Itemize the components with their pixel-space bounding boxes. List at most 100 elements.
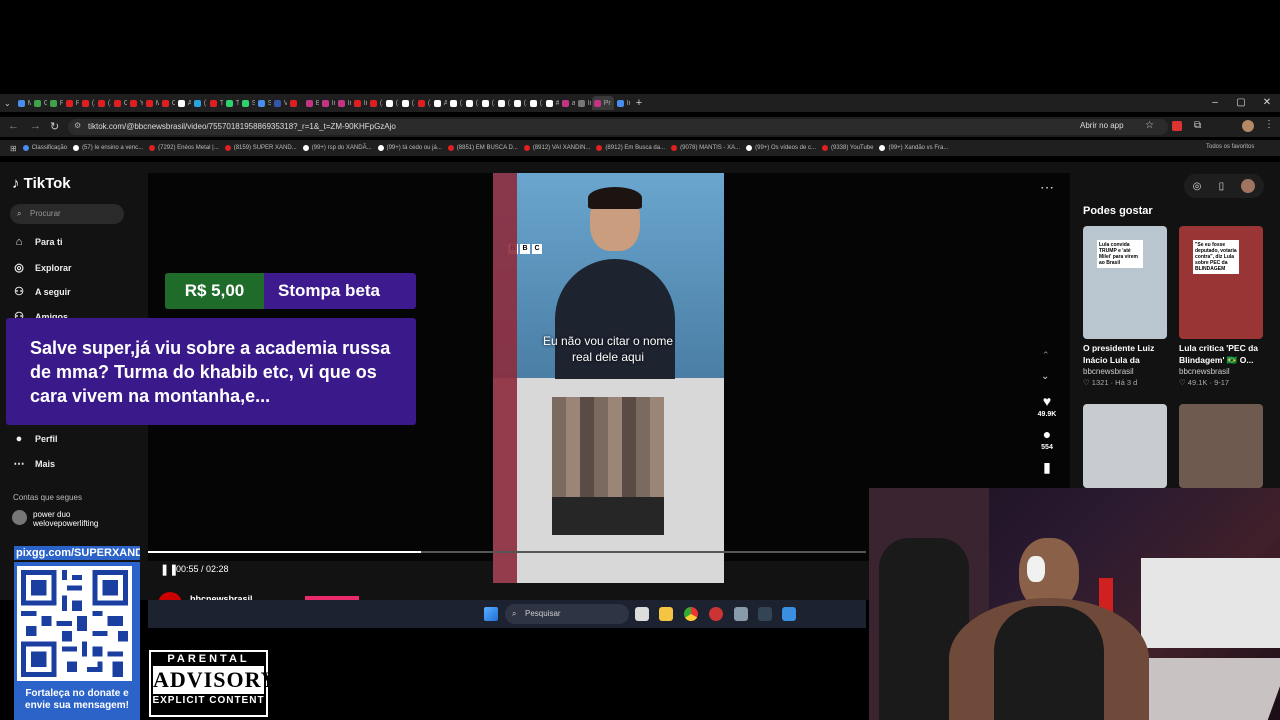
browser-tab[interactable]: Ir [615,96,630,110]
browser-tab[interactable]: Ir [352,96,367,110]
browser-tab[interactable]: C [112,96,127,110]
bookmark-item[interactable]: (99+) tá cedo ou já... [377,145,442,151]
browser-tab[interactable]: M [16,96,31,110]
browser-tab[interactable]: P [64,96,79,110]
bookmark-item[interactable]: (99+) Xandão vs Fra... [879,145,948,151]
sidebar-item-perfil[interactable]: ● Perfil [12,433,58,445]
settings-icon[interactable] [734,607,748,621]
bookmark-item[interactable]: (9338) YouTube [822,145,873,151]
browser-tab[interactable]: (1 [192,96,207,110]
all-favorites-button[interactable]: Todos os favoritos [1206,144,1254,150]
comment-icon[interactable]: ● [1034,426,1060,442]
steam-icon[interactable] [758,607,772,621]
sidebar-item-a-seguir[interactable]: ⚇ A seguir [12,285,71,298]
open-in-app-button[interactable]: Abrir no app [1080,121,1124,130]
browser-tab[interactable]: Ir [576,96,591,110]
browser-tab[interactable]: # [544,96,559,110]
suggested-video-card[interactable] [1179,404,1263,488]
chrome-icon[interactable] [684,607,698,621]
browser-tab[interactable]: G [32,96,47,110]
browser-tab[interactable]: a [560,96,575,110]
sidebar-item-mais[interactable]: ⋯ Mais [12,457,56,470]
browser-tab[interactable]: Ir [320,96,335,110]
search-input[interactable]: Procurar [10,204,124,224]
reload-icon[interactable]: ↻ [50,120,59,133]
browser-tab[interactable]: (1 [400,96,415,110]
video-player[interactable]: BBC Eu não vou citar o nome real dele aq… [493,173,724,583]
browser-tab[interactable]: Tc [224,96,239,110]
profile-avatar-icon[interactable] [1241,179,1256,193]
menu-kebab-icon[interactable]: ⋮ [1264,119,1274,130]
browser-tab[interactable]: B [304,96,319,110]
browser-tab[interactable]: (1 [416,96,431,110]
bookmark-item[interactable]: (57) Ie ensino a venc... [73,145,143,151]
extension-icon[interactable] [1172,121,1182,131]
browser-tab[interactable]: (1 [496,96,511,110]
taskbar-search[interactable]: Pesquisar [505,604,629,624]
suggested-video-card[interactable]: "Se eu fosse deputado, votaria contra", … [1179,226,1263,387]
maximize-button[interactable]: ▢ [1228,94,1254,112]
next-video-icon[interactable]: ⌄ [1041,371,1049,382]
bookmark-item[interactable]: (8159) SUPER XAND... [224,145,297,151]
browser-tab[interactable]: Ir [336,96,351,110]
browser-tab[interactable]: V [272,96,287,110]
browser-tab[interactable]: (1 [368,96,383,110]
tab-search-icon[interactable]: ⌄ [4,99,11,108]
browser-tab[interactable]: P [48,96,63,110]
app-icon[interactable] [709,607,723,621]
app-icon-2[interactable] [782,607,796,621]
browser-tab[interactable]: (1 [464,96,479,110]
browser-tab[interactable]: (1 [528,96,543,110]
following-account[interactable]: power duo welovepowerlifting [12,510,98,528]
suggested-video-card[interactable]: Lula convida TRUMP e 'até Milei' para vi… [1083,226,1167,387]
minimize-button[interactable]: – [1202,94,1228,112]
browser-tab[interactable]: Tc [208,96,223,110]
browser-tab[interactable]: St [240,96,255,110]
coin-icon[interactable]: ◎ [1193,181,1202,192]
browser-tab[interactable]: (1 [448,96,463,110]
bookmark-item[interactable]: (99+) rsp do XANDÃ... [302,145,372,151]
previous-video-icon[interactable]: ⌃ [1042,350,1050,361]
browser-tab[interactable]: C [160,96,175,110]
browser-tab[interactable]: St [256,96,271,110]
browser-tab[interactable]: A [432,96,447,110]
bookmark-item[interactable]: (7292) Enéos Metal |... [149,145,219,151]
bookmark-item[interactable]: (8851) EM BUSCA D... [447,145,518,151]
forward-icon[interactable]: → [30,120,41,132]
tab-favicon-icon [433,99,441,107]
browser-tab[interactable]: A [176,96,191,110]
close-window-button[interactable]: ✕ [1254,94,1280,112]
sidebar-item-para-ti[interactable]: ⌂ Para ti [12,236,63,248]
like-icon[interactable]: ♥ [1034,393,1060,409]
browser-tab[interactable] [288,96,303,110]
folder-icon[interactable] [659,607,673,621]
bookmark-icon[interactable]: ▮ [1034,459,1060,476]
browser-tab[interactable]: (1 [480,96,495,110]
bookmark-item[interactable]: (8912) Em Busca da... [596,145,665,151]
device-icon[interactable]: ▯ [1219,181,1225,192]
bookmark-item[interactable]: (99+) Os vídeos de c... [746,145,816,151]
browser-tab[interactable]: (1 [384,96,399,110]
profile-avatar[interactable] [1242,120,1254,132]
browser-tab[interactable]: Y [128,96,143,110]
star-icon[interactable]: ☆ [1145,120,1154,131]
browser-tab[interactable]: (1 [96,96,111,110]
site-info-icon[interactable]: ⚙ [74,121,81,130]
browser-tab[interactable]: M [144,96,159,110]
back-icon[interactable]: ← [8,120,19,132]
more-options-icon[interactable]: ⋯ [1040,179,1054,196]
browser-tab[interactable]: (1 [80,96,95,110]
sidebar-item-explorar[interactable]: ◎ Explorar [12,261,71,274]
bookmark-item[interactable]: (8912) VAI XANDIN... [523,145,590,151]
windows-start-icon[interactable] [484,607,498,621]
taskview-icon[interactable] [635,607,649,621]
bookmark-item[interactable]: Classificação [22,145,67,151]
bookmark-item[interactable]: (9078) MANTIS - XA... [671,145,740,151]
tiktok-logo[interactable]: ♪ TikTok [12,175,71,192]
new-tab-button[interactable]: + [636,97,642,109]
puzzle-icon[interactable]: ⧉ [1194,120,1201,131]
browser-tab[interactable]: (1 [512,96,527,110]
suggested-video-card[interactable] [1083,404,1167,488]
browser-tab[interactable]: Pr [591,96,614,110]
apps-grid-icon[interactable]: ⊞ [10,144,17,153]
